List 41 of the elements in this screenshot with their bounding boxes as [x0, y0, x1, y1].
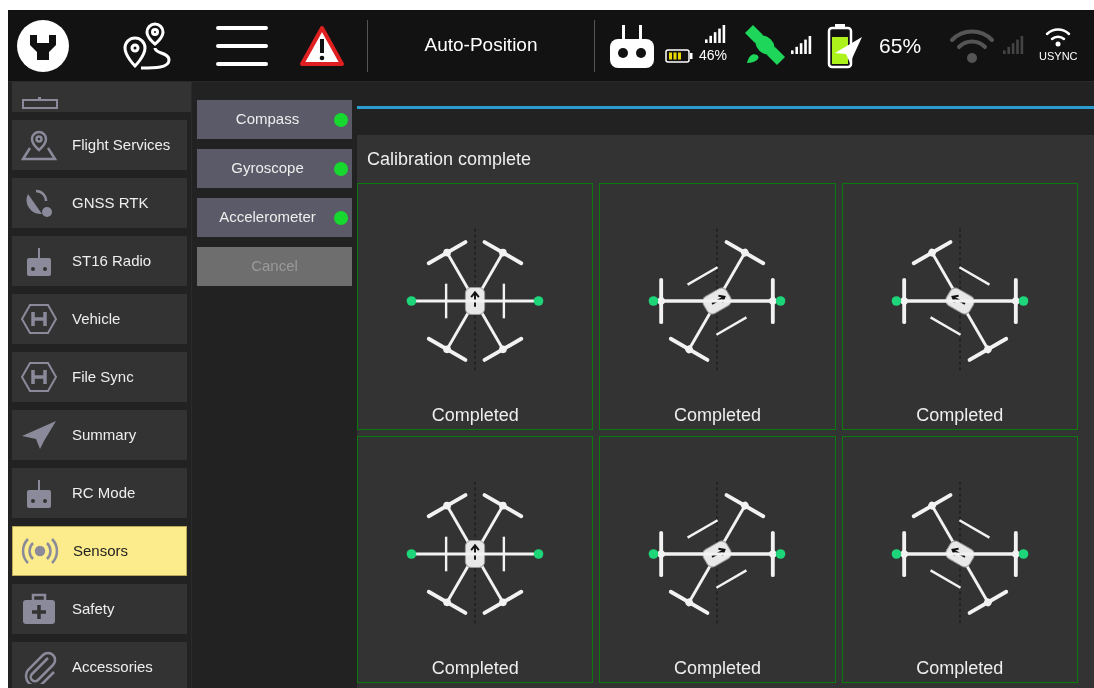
warning-icon[interactable] [299, 24, 345, 67]
step-status-text: Completed [916, 657, 1004, 680]
sidebar-item[interactable]: Vehicle [12, 294, 187, 344]
first-aid-kit-icon [20, 592, 58, 626]
wifi-icon [1044, 26, 1073, 49]
sensor-button[interactable]: Gyroscope [197, 149, 352, 188]
route-pins-icon[interactable] [121, 21, 173, 70]
map-pin-icon [20, 128, 58, 162]
step-status-text: Completed [916, 404, 1004, 427]
signal-bars-icon [705, 25, 728, 45]
step-status-text: Completed [673, 404, 761, 427]
signal-bars-icon [791, 35, 814, 56]
sidebar-item[interactable]: RC Mode [12, 468, 187, 518]
sidebar-item[interactable]: GNSS RTK [12, 178, 187, 228]
sidebar-item[interactable]: Accessories [12, 642, 187, 688]
hexagon-h-icon [20, 360, 58, 394]
step-status-text: Completed [673, 657, 761, 680]
battery-icon [665, 47, 693, 64]
calibration-title: Calibration complete [366, 148, 533, 171]
step-status-text: Completed [431, 404, 519, 427]
sidebar-item[interactable]: Flight Services [12, 120, 187, 170]
sensor-button[interactable]: Compass [197, 100, 352, 139]
sidebar-item[interactable]: Summary [12, 410, 187, 460]
flight-mode-label: Auto-Position [423, 33, 539, 58]
network-name-text: USYNC [1039, 49, 1078, 65]
signal-bars-icon [1003, 35, 1026, 56]
wifi-icon [949, 27, 996, 64]
battery-plane-icon [827, 22, 864, 69]
hexagon-h-icon [20, 302, 58, 336]
logo-icon[interactable] [17, 19, 69, 72]
device-icon [22, 97, 58, 109]
remote-controller-icon [609, 22, 655, 69]
controller-battery-text: 46% [699, 46, 728, 65]
sidebar-item[interactable]: Safety [12, 584, 187, 634]
sidebar-item[interactable]: ST16 Radio [12, 236, 187, 286]
sensor-button[interactable]: Accelerometer [197, 198, 352, 237]
vehicle-battery-text: 65% [879, 32, 922, 59]
sidebar-item[interactable]: Sensors [12, 526, 187, 576]
step-status-text: Completed [431, 657, 519, 680]
sidebar-item[interactable]: File Sync [12, 352, 187, 402]
menu-icon[interactable] [215, 23, 269, 68]
